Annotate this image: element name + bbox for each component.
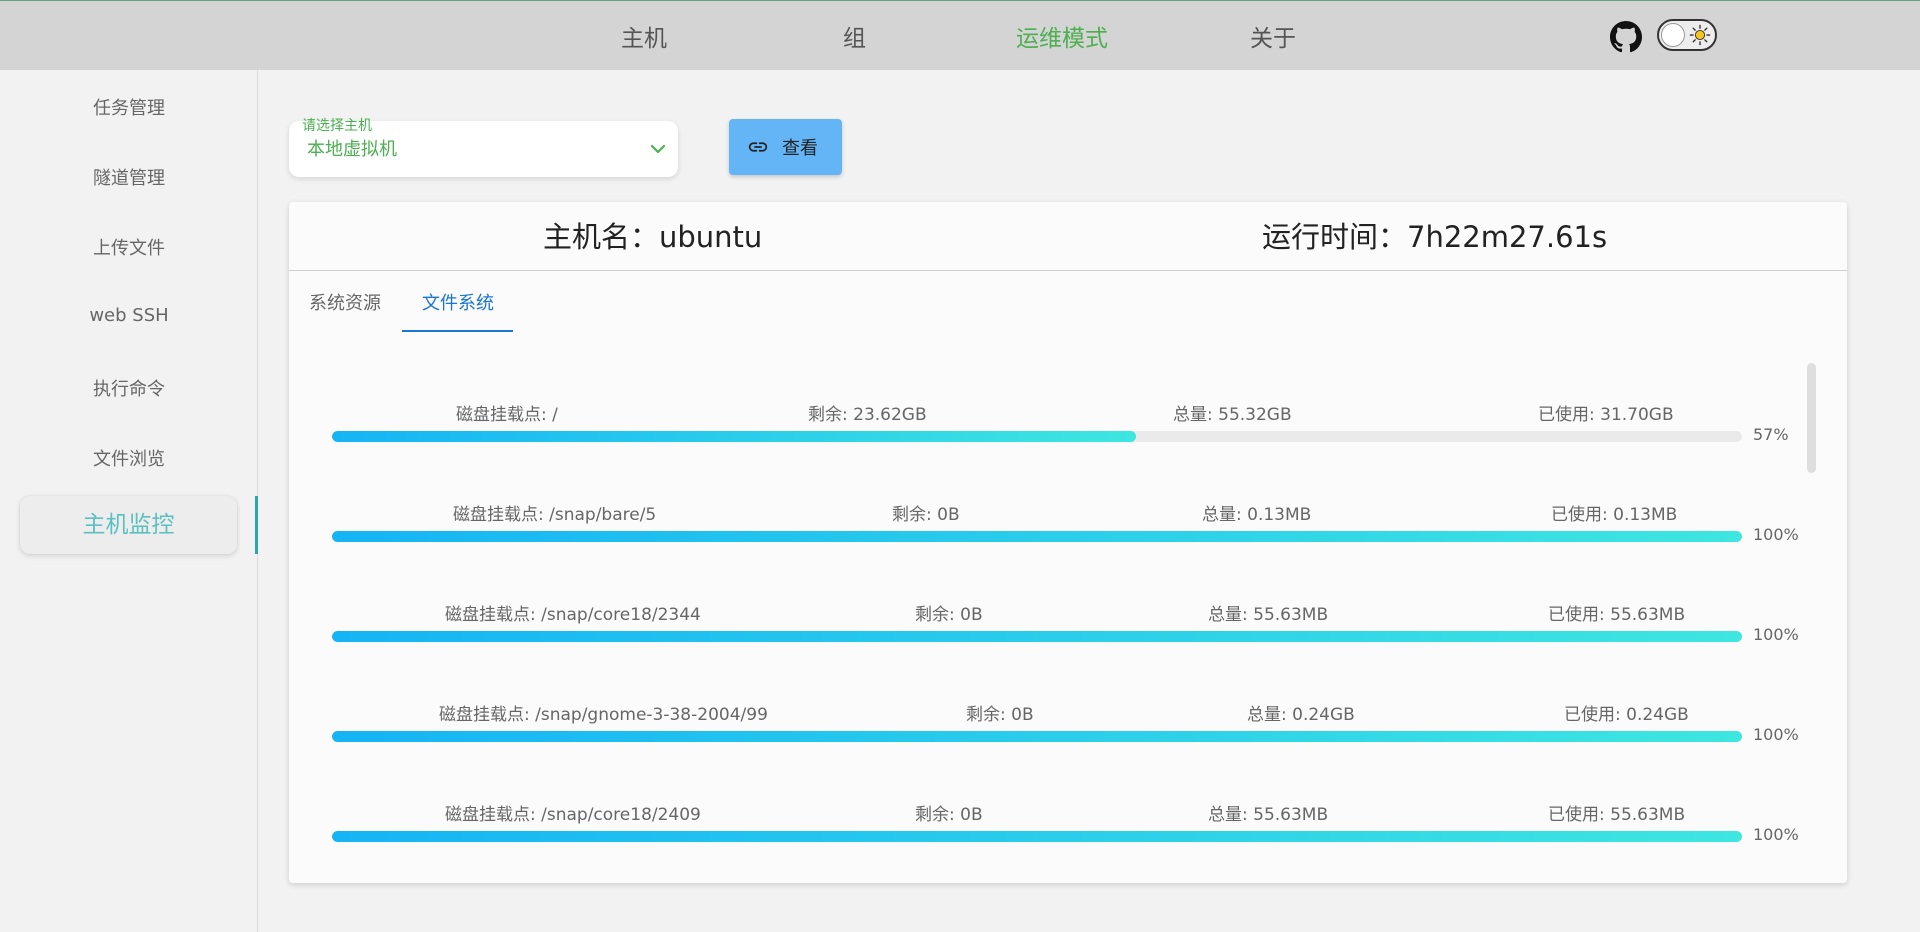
disk-row: 磁盘挂载点: /snap/gnome-3-38-2004/99 剩余: 0B 总… xyxy=(332,700,1799,770)
disk-used: 已使用: 31.70GB xyxy=(1538,405,1674,425)
disk-total: 总量: 55.63MB xyxy=(1208,805,1329,825)
nav-item-about[interactable]: 关于 xyxy=(1250,19,1296,53)
disk-row: 磁盘挂载点: /snap/core18/2344 剩余: 0B 总量: 55.6… xyxy=(332,600,1799,670)
tab-system-resources[interactable]: 系统资源 xyxy=(309,289,381,315)
tab-file-system[interactable]: 文件系统 xyxy=(422,289,494,315)
disk-free: 剩余: 23.62GB xyxy=(808,405,927,425)
sidebar-item-host-monitor[interactable]: 主机监控 xyxy=(20,496,237,554)
theme-toggle[interactable] xyxy=(1657,19,1717,51)
host-select-value: 本地虚拟机 xyxy=(307,139,397,160)
disk-usage-fill xyxy=(332,831,1742,842)
disk-total: 总量: 0.13MB xyxy=(1202,505,1312,525)
host-name: 主机名：ubuntu xyxy=(543,220,763,254)
disk-usage-fill xyxy=(332,431,1136,442)
top-nav-bar: 主机 组 运维模式 关于 xyxy=(0,0,1920,70)
disk-usage-percent: 100% xyxy=(1753,825,1799,844)
sidebar-item-web-ssh[interactable]: web SSH xyxy=(0,305,258,326)
view-button-label: 查看 xyxy=(782,138,818,159)
disk-usage-percent: 100% xyxy=(1753,525,1799,544)
disk-mount: 磁盘挂载点: / xyxy=(456,405,558,425)
host-monitor-card: 主机名：ubuntu 运行时间：7h22m27.61s 系统资源 文件系统 磁盘… xyxy=(289,202,1847,883)
disk-mount: 磁盘挂载点: /snap/bare/5 xyxy=(453,505,657,525)
disk-mount: 磁盘挂载点: /snap/gnome-3-38-2004/99 xyxy=(439,705,768,725)
disk-row: 磁盘挂载点: /snap/core18/2409 剩余: 0B 总量: 55.6… xyxy=(332,800,1799,870)
disk-usage-fill xyxy=(332,631,1742,642)
disk-total: 总量: 55.32GB xyxy=(1173,405,1292,425)
disk-usage-bar xyxy=(332,731,1742,742)
toggle-knob xyxy=(1661,23,1685,47)
sidebar-item-execute-command[interactable]: 执行命令 xyxy=(0,375,258,401)
disk-used: 已使用: 0.24GB xyxy=(1564,705,1689,725)
sun-icon xyxy=(1689,24,1711,46)
nav-item-group[interactable]: 组 xyxy=(843,19,866,53)
disk-used: 已使用: 55.63MB xyxy=(1548,805,1686,825)
nav-item-ops-mode[interactable]: 运维模式 xyxy=(1016,19,1108,53)
sidebar-item-file-browser[interactable]: 文件浏览 xyxy=(0,445,258,471)
disk-mount: 磁盘挂载点: /snap/core18/2344 xyxy=(445,605,701,625)
tab-active-underline xyxy=(402,330,513,332)
host-select-label: 请选择主机 xyxy=(302,118,372,134)
disk-used: 已使用: 0.13MB xyxy=(1551,505,1678,525)
disk-usage-bar xyxy=(332,631,1742,642)
link-icon xyxy=(748,142,768,152)
sidebar-active-indicator xyxy=(255,496,258,554)
nav-item-host[interactable]: 主机 xyxy=(621,19,667,53)
disk-free: 剩余: 0B xyxy=(966,705,1034,725)
disk-free: 剩余: 0B xyxy=(915,605,983,625)
github-icon[interactable] xyxy=(1610,21,1642,53)
disk-row: 磁盘挂载点: / 剩余: 23.62GB 总量: 55.32GB 已使用: 31… xyxy=(332,400,1789,470)
disk-usage-percent: 100% xyxy=(1753,625,1799,644)
disk-used: 已使用: 55.63MB xyxy=(1548,605,1686,625)
disk-usage-bar xyxy=(332,831,1742,842)
disk-free: 剩余: 0B xyxy=(915,805,983,825)
disk-row: 磁盘挂载点: /snap/bare/5 剩余: 0B 总量: 0.13MB 已使… xyxy=(332,500,1799,570)
disk-total: 总量: 55.63MB xyxy=(1208,605,1329,625)
disk-usage-percent: 100% xyxy=(1753,725,1799,744)
run-time: 运行时间：7h22m27.61s xyxy=(1262,220,1608,254)
disk-mount: 磁盘挂载点: /snap/core18/2409 xyxy=(445,805,701,825)
disk-usage-fill xyxy=(332,531,1742,542)
sidebar-item-tunnel-management[interactable]: 隧道管理 xyxy=(0,164,258,190)
disk-usage-fill xyxy=(332,731,1742,742)
sidebar-item-upload-file[interactable]: 上传文件 xyxy=(0,234,258,260)
disk-usage-bar xyxy=(332,431,1742,442)
disk-usage-percent: 57% xyxy=(1753,425,1789,444)
view-button[interactable]: 查看 xyxy=(729,119,842,175)
disk-total: 总量: 0.24GB xyxy=(1247,705,1355,725)
chevron-down-icon[interactable] xyxy=(650,141,666,157)
host-select[interactable]: 请选择主机 本地虚拟机 xyxy=(289,118,678,177)
scrollbar[interactable] xyxy=(1807,363,1816,473)
disk-free: 剩余: 0B xyxy=(892,505,960,525)
card-header: 主机名：ubuntu 运行时间：7h22m27.61s xyxy=(289,202,1847,271)
disk-usage-bar xyxy=(332,531,1742,542)
sidebar-item-task-management[interactable]: 任务管理 xyxy=(0,94,258,120)
sidebar: 任务管理 隧道管理 上传文件 web SSH 执行命令 文件浏览 主机监控 xyxy=(0,70,258,932)
